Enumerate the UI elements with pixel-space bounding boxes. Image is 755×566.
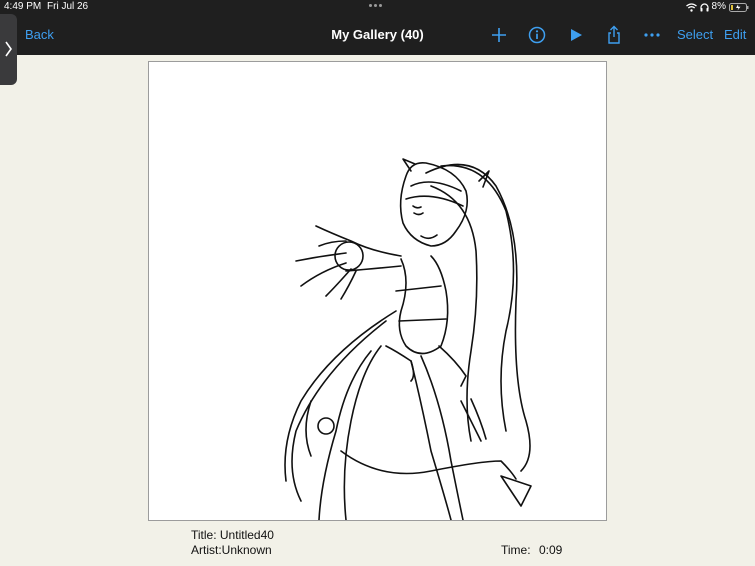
edit-button[interactable]: Edit [724,14,746,55]
select-button[interactable]: Select [677,14,713,55]
time-label: Time: [501,543,531,557]
battery-percent: 8% [711,1,726,12]
artwork-canvas[interactable] [148,61,607,521]
plus-icon[interactable] [488,24,510,46]
status-indicators: 8% [685,0,749,14]
artwork-sketch [284,158,532,520]
more-icon[interactable] [641,24,663,46]
status-bar: 4:49 PM Fri Jul 26 8% [0,0,755,14]
info-icon[interactable] [526,24,548,46]
chevron-right-icon [5,41,12,57]
status-time: 4:49 PM [4,1,42,12]
multitasking-dots-icon[interactable] [369,4,387,8]
play-icon[interactable] [565,24,587,46]
navigation-bar: Back My Gallery (40) Select Edit [0,14,755,55]
back-button[interactable]: Back [25,14,54,55]
wifi-icon [685,2,697,12]
artwork-title: Title: Untitled40 [191,528,274,542]
share-icon[interactable] [603,24,625,46]
time-value: 0:09 [539,543,563,557]
battery-icon [729,2,749,12]
headphones-icon [699,2,709,11]
status-date: Fri Jul 26 [47,1,89,12]
artwork-artist: Artist:Unknown [191,543,272,557]
sidebar-toggle[interactable] [0,14,17,85]
